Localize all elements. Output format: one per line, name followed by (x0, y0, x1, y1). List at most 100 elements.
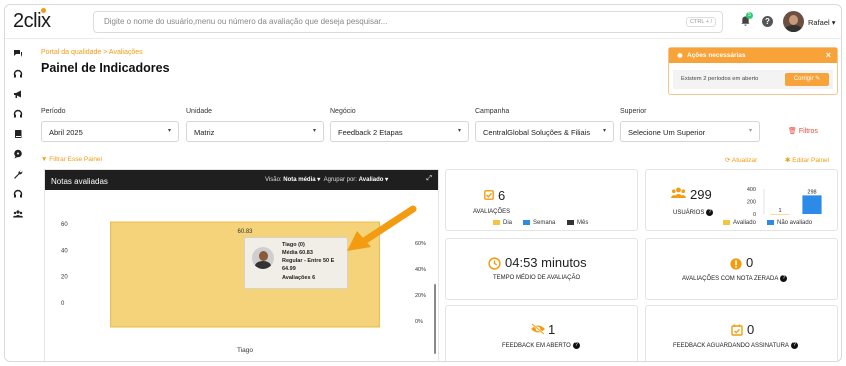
headset-icon-2[interactable] (13, 109, 23, 119)
chat-icon[interactable] (13, 49, 23, 59)
legend-dia: Dia (493, 220, 512, 226)
help-icon[interactable]: ? (572, 342, 580, 349)
legend-semana-label: Semana (533, 220, 556, 227)
feedback-aberto-card[interactable]: 1 FEEDBACK EM ABERTO? (445, 305, 638, 361)
headset-icon-3[interactable] (13, 189, 23, 199)
zerada-value: 0 (746, 255, 754, 270)
mini-y-tick-label: 200 (747, 200, 756, 206)
refresh-icon: ⟳ (725, 157, 731, 164)
unidade-label: Unidade (186, 108, 213, 115)
legend-mes: Mês (567, 220, 588, 226)
x-tick-label: Tiago (237, 347, 253, 354)
filter-panel-label: Filtrar Esse Painel (49, 156, 102, 163)
y-tick-label: 60 (61, 222, 68, 228)
book-icon[interactable] (13, 129, 23, 139)
fix-button[interactable]: Corrigir ✎ (785, 73, 829, 86)
search-placeholder: Digite o nome do usuário,menu ou número … (104, 17, 388, 26)
usuarios-card[interactable]: 299 USUÁRIOS? 0 200 400 1 298 Avaliado Não a… (645, 169, 838, 231)
campanha-label: Campanha (475, 108, 510, 115)
megaphone-icon[interactable] (13, 89, 23, 99)
wrench-icon[interactable] (13, 169, 23, 179)
users-icon (671, 187, 686, 198)
feedback-aberto-label: FEEDBACK EM ABERTO (502, 343, 571, 350)
page-title: Painel de Indicadores (41, 61, 170, 75)
tempo-value: 04:53 minutos (505, 255, 587, 270)
users-icon[interactable] (13, 209, 23, 219)
filter-panel-link[interactable]: ▼ Filtrar Esse Painel (41, 156, 102, 163)
nota-zerada-card[interactable]: 0 AVALIAÇÕES COM NOTA ZERADA? (645, 238, 838, 300)
tooltip-avatar-face (259, 251, 268, 261)
mini-bar (802, 195, 822, 214)
y-tick-label: 40 (61, 248, 68, 254)
superior-value: Selecione Um Superior (628, 128, 706, 137)
filters-button[interactable]: 🗑 Filtros (788, 127, 818, 135)
help-icon[interactable]: ? (780, 275, 788, 282)
feedback-assinatura-label: FEEDBACK AGUARDANDO ASSINATURA (673, 343, 789, 350)
usuarios-value: 299 (690, 187, 712, 202)
chart-tooltip: Tiago (0) Média 60.83 Regular - Entre 50… (244, 237, 348, 289)
gear-icon: ✱ (785, 157, 791, 164)
fix-button-label: Corrigir (793, 76, 814, 82)
edit-panel-label: Editar Painel (792, 157, 830, 164)
agrupar-select[interactable]: Avaliado ▾ (359, 177, 388, 183)
negocio-select[interactable]: Feedback 2 Etapas ▾ (330, 121, 469, 142)
superior-select[interactable]: Selecione Um Superior ▾ (620, 121, 760, 142)
periodo-select[interactable]: Abril 2025 ▾ (41, 121, 179, 142)
unidade-select[interactable]: Matriz ▾ (186, 121, 324, 142)
avaliacoes-card[interactable]: 6 AVALIAÇÕES Dia Semana Mês (445, 169, 638, 231)
visao-label: Visão: (265, 177, 282, 183)
tooltip-regular: Regular - Entre 50 E (282, 258, 335, 264)
check-square-icon (484, 190, 494, 200)
actions-alert: ✹ Ações necessárias × Existem 2 períodos… (668, 47, 838, 95)
calendar-check-icon (731, 324, 743, 336)
avatar[interactable] (783, 11, 804, 32)
tooltip-avaliacoes: Avaliações 6 (282, 275, 316, 281)
chart-header: Notas avaliadas Visão: Nota média ▾ Agru… (45, 170, 438, 190)
legend-swatch-dia (493, 220, 500, 225)
headset-icon[interactable] (13, 69, 23, 79)
mini-data-label: 1 (778, 208, 781, 214)
agrupar-label: Agrupar por: (323, 177, 357, 183)
eye-slash-icon (531, 323, 545, 335)
mini-y-tick-label: 0 (753, 212, 756, 218)
trash-icon: 🗑 (788, 128, 797, 135)
chevron-down-icon: ▾ (312, 128, 316, 134)
y2-tick-label: 0% (415, 319, 423, 325)
wrench-icon: ✎ (815, 76, 821, 82)
legend-swatch-semana (523, 220, 530, 225)
lightbulb-icon: ✹ (677, 53, 683, 60)
help-icon[interactable]: ? (790, 342, 798, 349)
chart-controls: Visão: Nota média ▾ Agrupar por: Avaliad… (265, 176, 388, 183)
user-menu[interactable]: Rafael ▾ (808, 18, 836, 27)
comment-icon[interactable] (13, 149, 23, 159)
campanha-value: CentralGlobal Soluções & Filiais (483, 128, 591, 137)
visao-select[interactable]: Nota média ▾ (283, 177, 320, 183)
breadcrumb[interactable]: Portal da qualidade > Avaliações (41, 49, 143, 56)
edit-panel-button[interactable]: ✱ Editar Painel (785, 156, 829, 164)
clock-icon (488, 257, 501, 270)
legend-swatch-nao-avaliado (767, 220, 774, 225)
campanha-select[interactable]: CentralGlobal Soluções & Filiais ▾ (475, 121, 614, 142)
legend-nao-avaliado: Não avaliado (767, 220, 812, 226)
search-input[interactable]: Digite o nome do usuário,menu ou número … (93, 11, 723, 33)
help-icon[interactable]: ? (762, 16, 773, 27)
tempo-medio-card[interactable]: 04:53 minutos TEMPO MÉDIO DE AVALIAÇÃO (445, 238, 638, 300)
alert-body: Existem 2 períodos em aberto Corrigir ✎ (673, 70, 833, 89)
app-logo[interactable]: 2clix (13, 10, 51, 33)
chevron-down-icon: ▾ (457, 128, 461, 134)
avaliacoes-value: 6 (498, 188, 506, 203)
close-icon[interactable]: × (826, 50, 831, 60)
superior-label: Superior (620, 108, 647, 115)
agrupar-value: Avaliado (358, 177, 384, 183)
alert-title: Ações necessárias (687, 52, 746, 59)
alert-circle-icon (730, 258, 742, 270)
legend-semana: Semana (523, 220, 555, 226)
legend-swatch-mes (567, 220, 574, 225)
chart-title: Notas avaliadas (51, 177, 108, 186)
help-icon[interactable]: ? (706, 209, 714, 216)
refresh-button[interactable]: ⟳ Atualizar (725, 156, 757, 164)
feedback-assinatura-card[interactable]: 0 FEEDBACK AGUARDANDO ASSINATURA? (645, 305, 838, 361)
tooltip-avatar (252, 247, 274, 269)
logo-dot (41, 8, 46, 13)
expand-icon[interactable]: ⤢ (426, 175, 432, 183)
